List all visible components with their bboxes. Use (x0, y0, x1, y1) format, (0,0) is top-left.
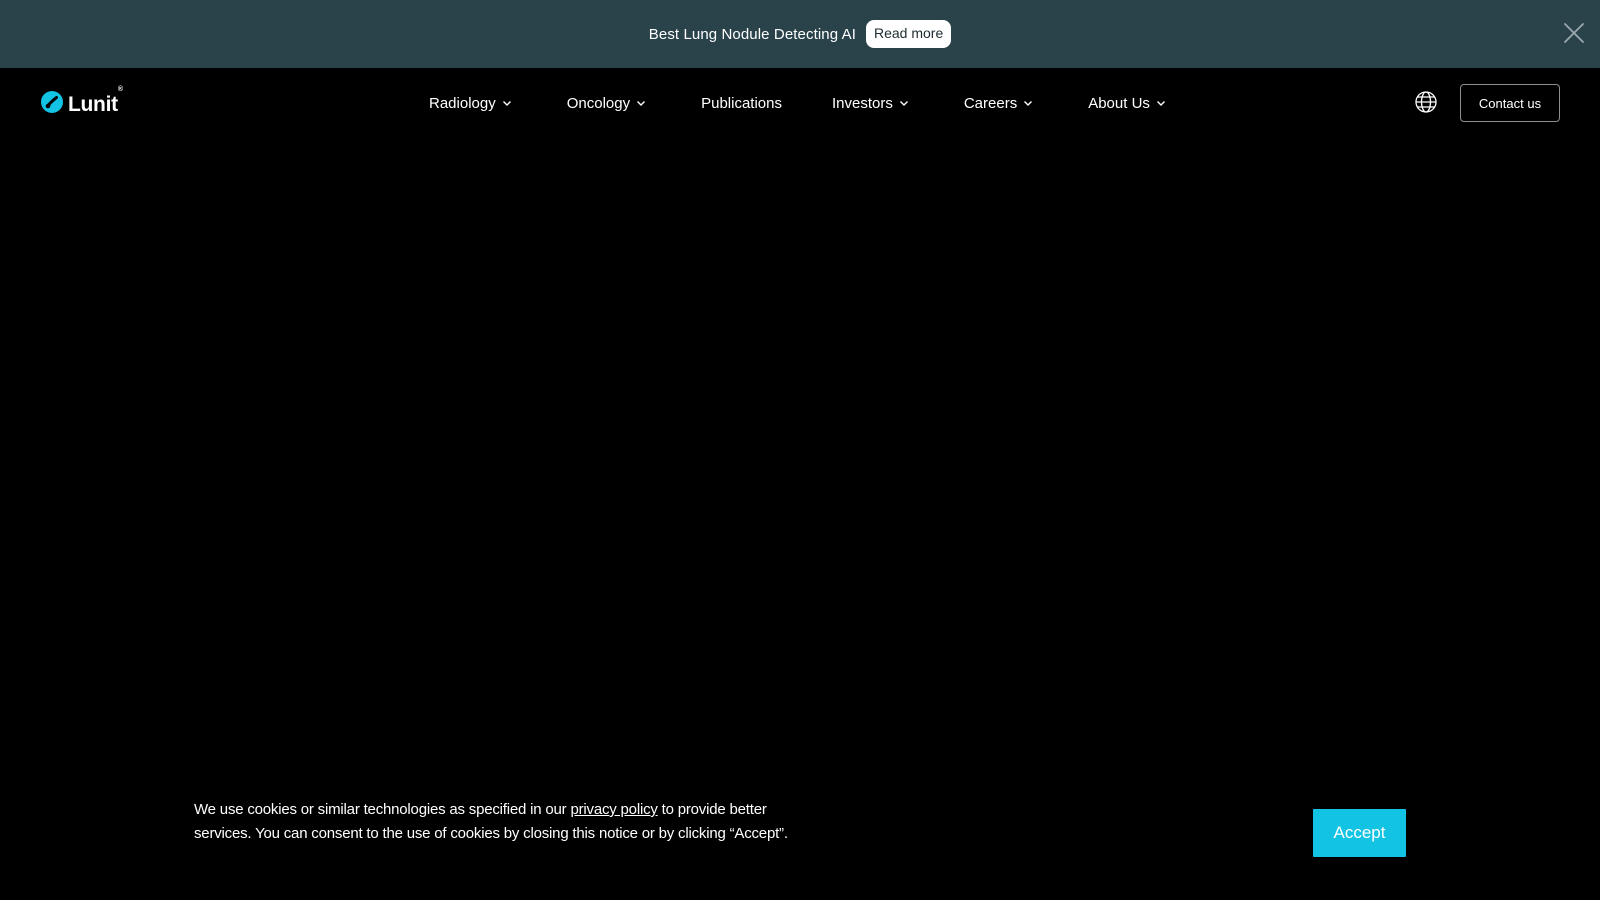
globe-icon[interactable] (1414, 90, 1438, 114)
nav-item-label: Publications (701, 94, 782, 112)
logo-text: Lunit (68, 92, 118, 116)
nav-item-label: Investors (831, 94, 893, 112)
nav-item-oncology[interactable]: Oncology (567, 93, 646, 113)
chevron-down-icon (1024, 101, 1033, 106)
cookie-message: We use cookies or similar technologies a… (194, 798, 794, 846)
cookie-text-before: We use cookies or similar technologies a… (194, 801, 571, 818)
nav-item-publications[interactable]: Publications (701, 93, 782, 113)
site-header: Lunit® Radiology Oncology Publications I… (0, 68, 1600, 138)
lunit-logo-icon (40, 90, 64, 119)
accept-button[interactable]: Accept (1313, 809, 1406, 857)
lunit-logo[interactable]: Lunit® (40, 86, 123, 119)
nav-item-careers[interactable]: Careers (964, 93, 1033, 113)
logo-registered-mark: ® (117, 85, 123, 93)
chevron-down-icon (1156, 101, 1165, 106)
privacy-policy-link[interactable]: privacy policy (570, 801, 657, 818)
nav-item-investors[interactable]: Investors (832, 93, 909, 113)
main-nav: Radiology Oncology Publications Investor… (429, 93, 1166, 113)
read-more-button[interactable]: Read more (865, 20, 952, 48)
announcement-banner: Best Lung Nodule Detecting AI Read more (0, 0, 1600, 68)
hero-section (0, 138, 1600, 778)
banner-text: Best Lung Nodule Detecting AI (648, 25, 856, 43)
close-icon[interactable] (1562, 21, 1586, 45)
chevron-down-icon (502, 101, 511, 106)
banner-content: Best Lung Nodule Detecting AI Read more (648, 20, 952, 48)
nav-item-label: Oncology (566, 94, 631, 112)
nav-item-radiology[interactable]: Radiology (429, 93, 512, 113)
chevron-down-icon (637, 101, 646, 106)
contact-us-button[interactable]: Contact us (1460, 84, 1560, 122)
cookie-notice: We use cookies or similar technologies a… (0, 778, 1600, 900)
nav-item-about-us[interactable]: About Us (1088, 93, 1166, 113)
nav-item-label: Careers (963, 94, 1018, 112)
logo-wordmark: Lunit® (68, 86, 123, 117)
nav-item-label: About Us (1088, 94, 1150, 112)
nav-item-label: Radiology (429, 94, 496, 112)
chevron-down-icon (899, 101, 908, 106)
